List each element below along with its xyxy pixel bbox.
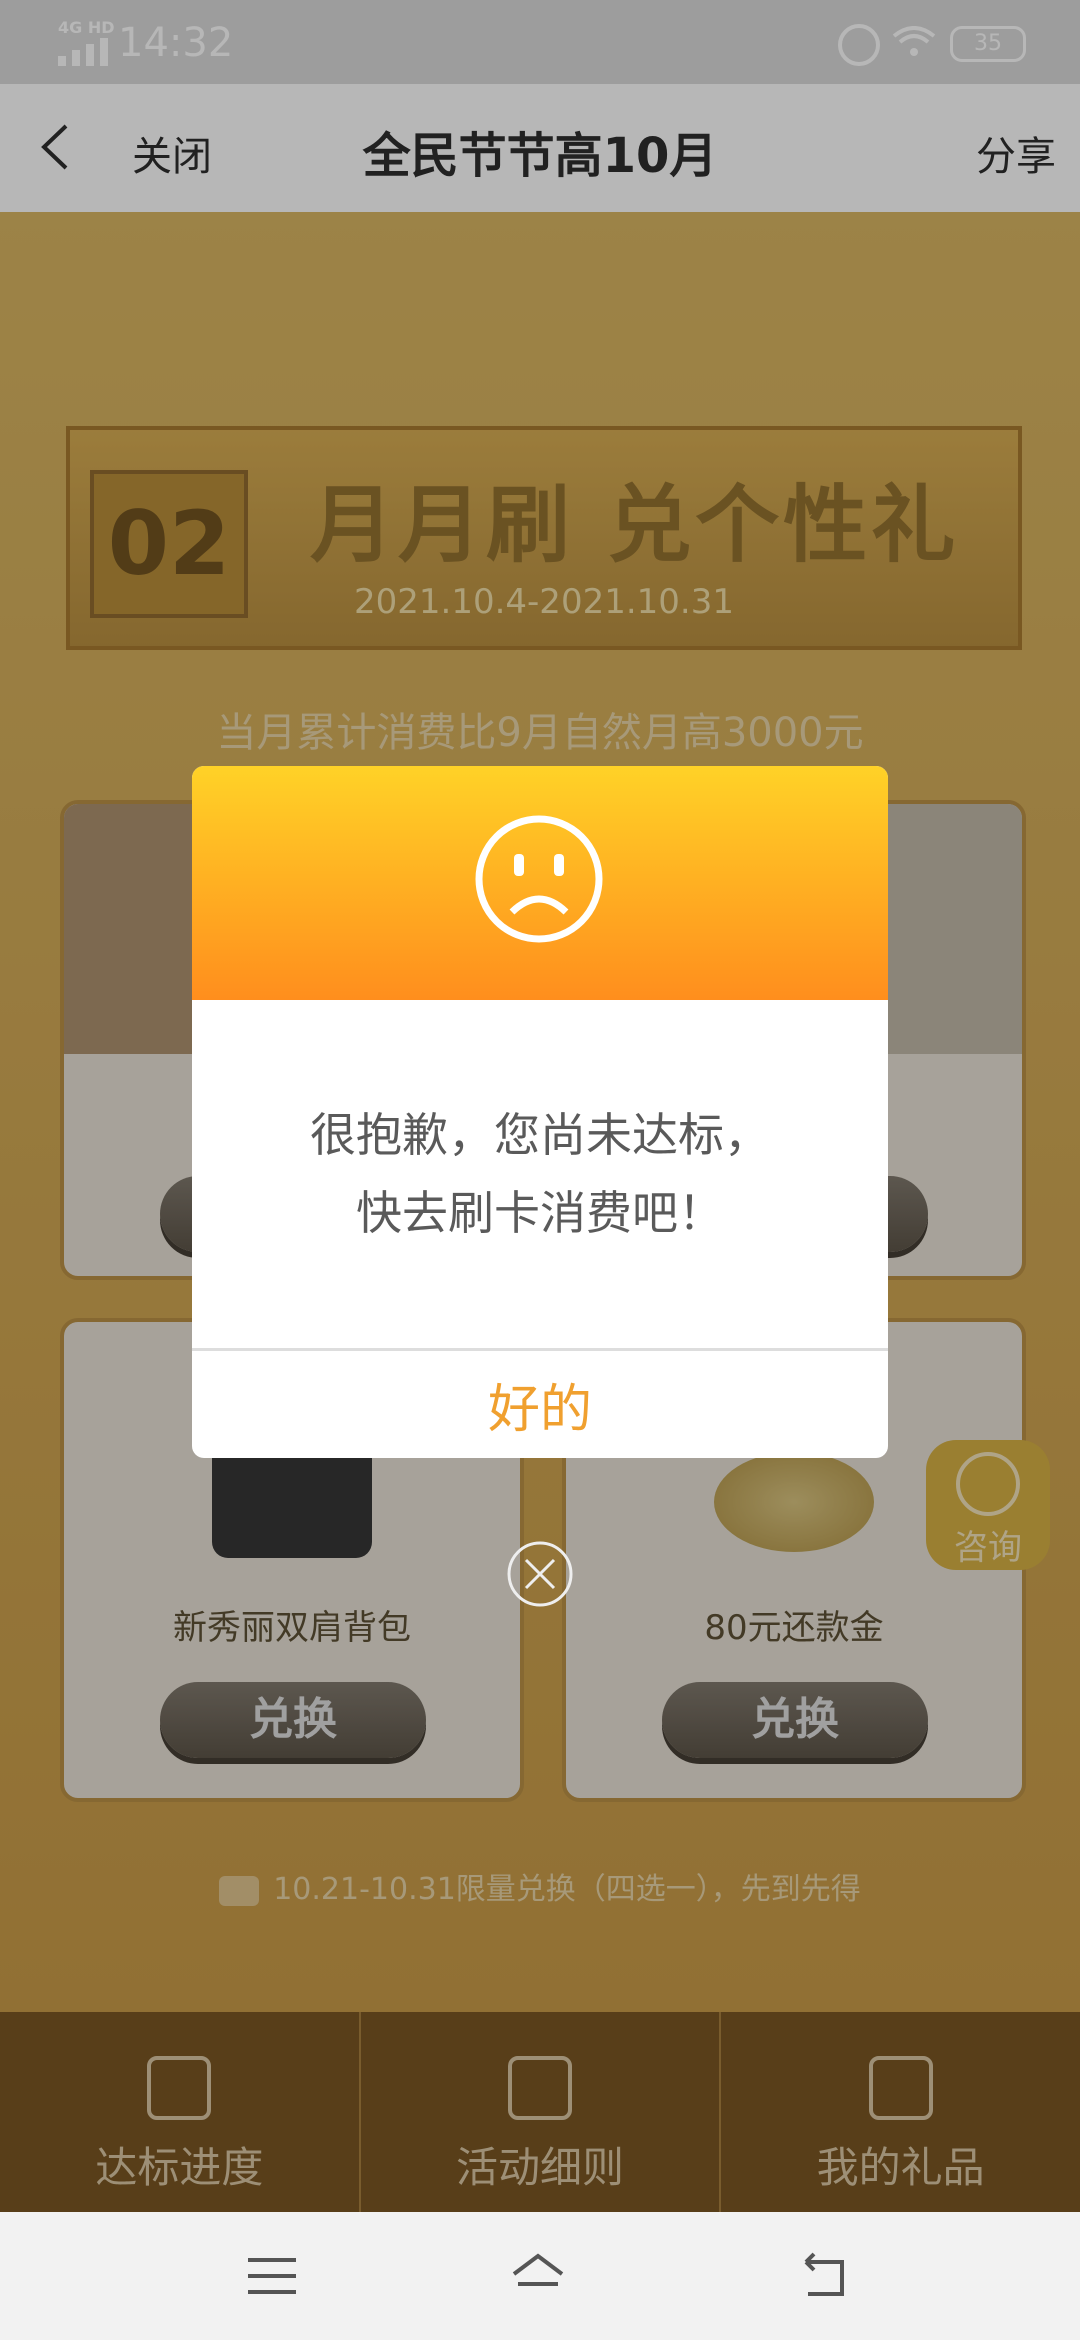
- close-icon[interactable]: [506, 1540, 574, 1608]
- message-line-1: 很抱歉，您尚未达标，: [310, 1108, 770, 1162]
- home-icon[interactable]: [510, 2250, 566, 2302]
- message-line-2: 快去刷卡消费吧！: [356, 1186, 724, 1240]
- menu-icon[interactable]: [244, 2250, 300, 2302]
- ok-button[interactable]: 好的: [192, 1370, 888, 1450]
- dialog-message: 很抱歉，您尚未达标， 快去刷卡消费吧！: [192, 1096, 888, 1252]
- back-icon[interactable]: [796, 2250, 852, 2302]
- sad-face-icon: [475, 815, 603, 943]
- dialog-divider: [192, 1348, 888, 1351]
- not-qualified-dialog: 很抱歉，您尚未达标， 快去刷卡消费吧！ 好的: [192, 766, 888, 1458]
- system-navigation-bar: [0, 2212, 1080, 2340]
- dialog-header: [192, 766, 888, 1000]
